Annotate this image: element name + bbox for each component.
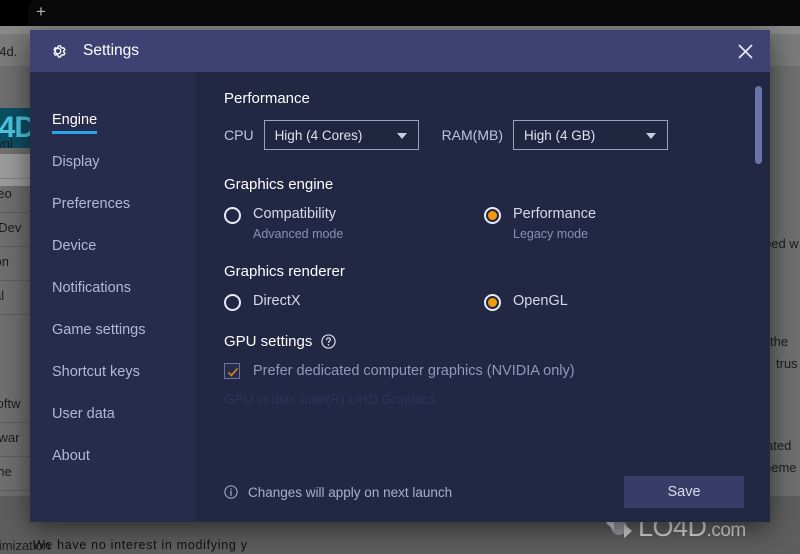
cpu-dropdown[interactable]: High (4 Cores) (263, 120, 419, 150)
background-text: Softw (0, 396, 21, 411)
sidebar-item-label: Notifications (52, 280, 131, 296)
performance-row: CPU High (4 Cores) RAM(MB) High (4 GB) (224, 120, 744, 150)
sidebar-item-engine[interactable]: Engine (30, 100, 196, 142)
sidebar-item-label: Engine (52, 112, 98, 134)
sidebar-item-game-settings[interactable]: Game settings (30, 310, 196, 352)
settings-dialog: Settings Engine Display Preferences Device N… (30, 30, 770, 522)
background-caption: We have no interest in modifying y (33, 538, 248, 552)
radio-labels: DirectX (253, 293, 301, 310)
graphics-engine-option-compatibility[interactable]: Compatibility Advanced mode (224, 206, 484, 241)
radio-label: OpenGL (513, 293, 568, 309)
cpu-label: CPU (224, 127, 254, 143)
radio-label: DirectX (253, 293, 301, 309)
sidebar-item-label: About (52, 448, 90, 464)
dialog-titlebar: Settings (30, 30, 770, 72)
footer-note: Changes will apply on next launch (224, 485, 452, 500)
gpu-settings-section: GPU settings Prefer dedicated computer g… (224, 333, 744, 407)
sidebar-item-user-data[interactable]: User data (30, 394, 196, 436)
background-text: deo (0, 186, 12, 201)
radio-sublabel: Legacy mode (513, 227, 589, 241)
screen: O4D o4d.ownldeo& DevtionalSoftwoftwarone… (0, 0, 800, 554)
dialog-title: Settings (83, 42, 140, 59)
content-scrollbar[interactable] (755, 78, 766, 516)
chevron-down-icon (396, 133, 407, 139)
ram-dropdown[interactable]: High (4 GB) (513, 120, 668, 150)
background-text: ownl (0, 136, 13, 151)
radio-button-selected[interactable] (484, 207, 501, 224)
close-icon (737, 43, 753, 59)
sidebar-item-label: Device (52, 238, 97, 254)
sidebar-item-label: Preferences (52, 196, 131, 212)
sidebar-item-label: Shortcut keys (52, 364, 140, 380)
checkmark-icon (227, 367, 239, 377)
background-text: tion (0, 254, 9, 269)
radio-label: Compatibility (253, 206, 336, 222)
radio-column: OpenGL (484, 293, 744, 311)
background-text: trus (776, 356, 798, 371)
radio-labels: Compatibility Advanced mode (253, 206, 343, 241)
sidebar-item-device[interactable]: Device (30, 226, 196, 268)
radio-sublabel: Advanced mode (253, 227, 344, 241)
sidebar-item-label: Display (52, 154, 100, 170)
dialog-footer: Changes will apply on next launch Save (224, 476, 744, 508)
help-circle-icon[interactable] (321, 334, 337, 349)
chevron-down-icon (646, 133, 656, 139)
background-text: one (0, 464, 12, 479)
gpu-in-use-text: GPU in use: Intel(R) UHD Graphics (224, 392, 436, 407)
graphics-renderer-section-title: Graphics renderer (224, 263, 345, 280)
browser-tab-strip (28, 0, 800, 26)
scrollbar-thumb[interactable] (755, 86, 762, 164)
radio-button-selected[interactable] (484, 294, 501, 311)
sidebar-item-about[interactable]: About (30, 436, 196, 478)
prefer-dedicated-gpu-checkbox-row[interactable]: Prefer dedicated computer graphics (NVID… (224, 363, 744, 379)
prefer-dedicated-gpu-checkbox[interactable] (224, 363, 240, 379)
save-button[interactable]: Save (624, 476, 744, 508)
sidebar-item-label: User data (52, 406, 115, 422)
background-text: & Dev (0, 220, 22, 235)
prefer-dedicated-gpu-label: Prefer dedicated computer graphics (NVID… (253, 363, 575, 379)
sidebar-item-preferences[interactable]: Preferences (30, 184, 196, 226)
info-circle-icon (224, 485, 238, 499)
graphics-engine-option-performance[interactable]: Performance Legacy mode (484, 206, 744, 241)
radio-labels: OpenGL (513, 293, 568, 310)
gpu-settings-title-text: GPU settings (224, 333, 313, 350)
graphics-renderer-options: DirectX OpenGL (224, 293, 744, 311)
sidebar-item-shortcut-keys[interactable]: Shortcut keys (30, 352, 196, 394)
sidebar-item-notifications[interactable]: Notifications (30, 268, 196, 310)
dialog-body: Engine Display Preferences Device Notificati… (30, 72, 770, 522)
background-text: oftwar (0, 430, 20, 445)
browser-chrome: + (0, 0, 800, 26)
settings-sidebar: Engine Display Preferences Device Notificati… (30, 72, 196, 522)
radio-column: Compatibility Advanced mode (224, 206, 484, 241)
radio-column: DirectX (224, 293, 484, 311)
gpu-settings-section-title: GPU settings (224, 333, 744, 350)
background-text: o4d. (0, 44, 18, 59)
radio-column: Performance Legacy mode (484, 206, 744, 241)
gear-icon (53, 45, 66, 58)
radio-button[interactable] (224, 207, 241, 224)
graphics-engine-section-title: Graphics engine (224, 176, 334, 193)
radio-label: Performance (513, 206, 597, 222)
graphics-renderer-option-opengl[interactable]: OpenGL (484, 293, 744, 311)
cpu-dropdown-value: High (4 Cores) (274, 127, 363, 143)
ram-dropdown-value: High (4 GB) (524, 127, 596, 143)
radio-labels: Performance Legacy mode (513, 206, 596, 241)
sidebar-item-label: Game settings (52, 322, 146, 338)
footer-note-text: Changes will apply on next launch (248, 484, 453, 500)
ram-label: RAM(MB) (441, 127, 503, 143)
settings-content: Performance CPU High (4 Cores) RAM(MB) H… (196, 72, 770, 522)
close-button[interactable] (732, 38, 758, 64)
radio-button[interactable] (224, 294, 241, 311)
new-tab-button[interactable]: + (30, 1, 52, 23)
sidebar-item-display[interactable]: Display (30, 142, 196, 184)
watermark-suffix: .com (706, 519, 747, 541)
background-text: the (770, 334, 789, 349)
graphics-renderer-option-directx[interactable]: DirectX (224, 293, 484, 311)
performance-section-title: Performance (224, 90, 310, 107)
graphics-engine-options: Compatibility Advanced mode Performance Leg… (224, 206, 744, 241)
background-text: al (0, 288, 5, 303)
